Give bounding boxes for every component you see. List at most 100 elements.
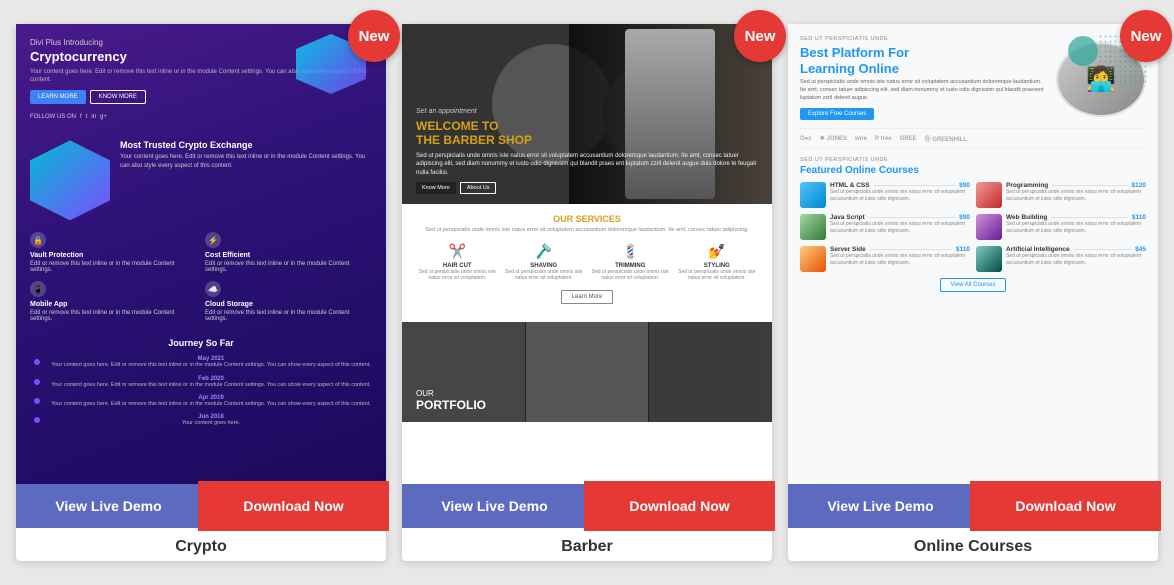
crypto-feature-0: 🔒 Vault Protection Edit or remove this t… [30,232,197,273]
live-demo-button-courses[interactable]: View Live Demo [788,484,973,528]
crypto-cube [30,140,110,220]
barber-preview: Set an appointment WELCOME TO THE BARBER… [402,24,772,484]
card-footer-barber: View Live Demo Download Now [402,484,772,528]
course-thumb-3 [976,214,1002,240]
courses-preview: SED UT PERSPICIATIS UNDE Best Platform F… [788,24,1158,484]
timeline-item-2: Apr 2019 Your content goes here. Edit or… [50,395,372,408]
courses-cta-button[interactable]: Explore Free Courses [800,108,874,120]
barber-know-more-btn[interactable]: Know More [416,182,456,194]
timeline-item-0: May 2021 Your content goes here. Edit or… [50,356,372,369]
course-name-line-5: Artificial Intelligence $45 [1006,246,1146,253]
card-footer-crypto: View Live Demo Download Now [16,484,386,528]
course-info-5: Artificial Intelligence $45 Sed ut persp… [1006,246,1146,266]
view-all-courses-btn[interactable]: View All Courses [940,278,1007,292]
styling-icon: 💅 [676,243,759,260]
new-badge-courses: New [1120,10,1172,62]
logo-1: ❖ JONES [820,135,847,142]
courses-section-label: SED UT PERSPICIATIS UNDE [800,157,1146,163]
card-preview-courses: SED UT PERSPICIATIS UNDE Best Platform F… [788,24,1158,484]
courses-section-title: Featured Online Courses [800,165,1146,176]
barber-learn-btn[interactable]: Learn More [561,290,614,304]
crypto-journey: Journey So Far May 2021 Your content goe… [30,338,372,427]
course-info-2: Java Script $90 Sed ut perspiciatis unde… [830,214,970,234]
barber-services-title: OUR SERVICES [416,214,758,224]
vault-protection-icon: 🔒 [30,232,46,248]
crypto-features: 🔒 Vault Protection Edit or remove this t… [30,232,372,322]
course-thumb-5 [976,246,1002,272]
shaving-icon: 🪒 [503,243,586,260]
crypto-feature-2: 📱 Mobile App Edit or remove this text in… [30,281,197,322]
course-name-line-2: Java Script $90 [830,214,970,221]
logo-5: ⓪ GREENHILL [925,134,967,143]
card-preview-barber: Set an appointment WELCOME TO THE BARBER… [402,24,772,484]
download-button-courses[interactable]: Download Now [973,484,1158,528]
crypto-preview: Divi Plus Introducing Cryptocurrency You… [16,24,386,484]
courses-hero-desc: Sed ut perspiciatis unde omnis iste natu… [800,79,1048,102]
barber-hero-heading: WELCOME TO THE BARBER SHOP [416,119,758,148]
logo-0: O●c [800,136,812,142]
crypto-mid-text: Most Trusted Crypto Exchange Your conten… [120,140,372,170]
course-thumb-2 [800,214,826,240]
course-info-4: Server Side $110 Sed ut perspiciatis und… [830,246,970,266]
timeline-dot-3 [34,417,40,423]
course-item-2: Java Script $90 Sed ut perspiciatis unde… [800,214,970,240]
barber-services-desc: Sed ut perspiciatis unde omnis iste natu… [416,227,758,235]
course-thumb-1 [976,182,1002,208]
crypto-mid: Most Trusted Crypto Exchange Your conten… [30,140,372,220]
course-item-5: Artificial Intelligence $45 Sed ut persp… [976,246,1146,272]
download-button-barber[interactable]: Download Now [587,484,772,528]
logo-2: wire [855,136,867,142]
card-barber: New Set an appointment WELCOME TO THE BA… [402,24,772,561]
barber-service-styling: 💅 STYLING Sed ut perspiciatis unde omnis… [676,243,759,282]
barber-hero: Set an appointment WELCOME TO THE BARBER… [402,24,772,204]
cards-container: New Divi Plus Introducing Cryptocurrency… [16,24,1158,561]
timeline-dot-1 [34,379,40,385]
crypto-btn-know[interactable]: KNOW MORE [90,90,146,104]
barber-service-haircut: ✂️ HAIR CUT Sed ut perspiciatis unde omn… [416,243,499,282]
live-demo-button-crypto[interactable]: View Live Demo [16,484,201,528]
courses-teal-decoration [1068,36,1098,66]
timeline-item-1: Feb 2020 Your content goes here. Edit or… [50,376,372,389]
courses-hero-text: Best Platform For Learning Online Sed ut… [800,42,1048,120]
mobile-app-icon: 📱 [30,281,46,297]
course-thumb-4 [800,246,826,272]
card-preview-crypto: Divi Plus Introducing Cryptocurrency You… [16,24,386,484]
crypto-btn-learn[interactable]: LEARN MORE [30,90,86,104]
barber-hero-content: Set an appointment WELCOME TO THE BARBER… [402,98,772,204]
course-name-line-0: HTML & CSS $90 [830,182,970,189]
courses-hero-title: Best Platform For Learning Online [800,45,1048,76]
haircut-icon: ✂️ [416,243,499,260]
cloud-storage-icon: ☁️ [205,281,221,297]
logo-4: GREE [900,136,917,142]
card-label-barber: Barber [402,528,772,561]
barber-service-trimming: 💈 TRIMMING Sed ut perspiciatis unde omni… [589,243,672,282]
download-highlight-crypto: Download Now [201,484,386,528]
barber-portfolio-label: OUR PORTFOLIO [416,389,486,412]
card-label-courses: Online Courses [788,528,1158,561]
course-thumb-0 [800,182,826,208]
course-item-1: Programming $120 Sed ut perspiciatis und… [976,182,1146,208]
barber-hero-text: Sed ut perspiciatis unde omnis iste natu… [416,152,758,177]
card-footer-courses: View Live Demo Download Now [788,484,1158,528]
crypto-social: FOLLOW US ON fting+ [30,114,372,120]
barber-service-shaving: 🪒 SHAVING Sed ut perspiciatis unde omnis… [503,243,586,282]
timeline-dot-0 [34,359,40,365]
crypto-timeline: May 2021 Your content goes here. Edit or… [30,356,372,427]
courses-logos: O●c ❖ JONES wire P tree GREE ⓪ GREENHILL [800,128,1146,149]
barber-portfolio: OUR PORTFOLIO [402,322,772,422]
barber-services-grid: ✂️ HAIR CUT Sed ut perspiciatis unde omn… [416,243,758,282]
barber-nav: Set an appointment [416,108,758,115]
timeline-dot-2 [34,398,40,404]
live-demo-button-barber[interactable]: View Live Demo [402,484,587,528]
download-highlight-barber: Download Now [587,484,772,528]
course-info-0: HTML & CSS $90 Sed ut perspiciatis unde … [830,182,970,202]
download-highlight-courses: Download Now [973,484,1158,528]
course-name-line-3: Web Building $110 [1006,214,1146,221]
card-label-crypto: Crypto [16,528,386,561]
download-button-crypto[interactable]: Download Now [201,484,386,528]
new-badge-barber: New [734,10,786,62]
barber-services: OUR SERVICES Sed ut perspiciatis unde om… [402,204,772,322]
timeline-item-3: Jun 2018 Your content goes here. [50,414,372,427]
barber-about-btn[interactable]: About Us [460,182,497,194]
barber-hero-buttons: Know More About Us [416,182,758,194]
